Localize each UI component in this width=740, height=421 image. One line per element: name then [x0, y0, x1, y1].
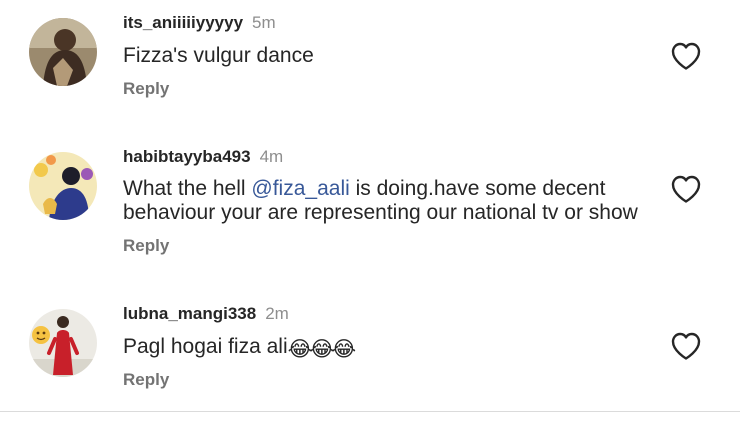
divider [0, 411, 740, 412]
laughing-tears-emoji: 😂 [331, 338, 357, 361]
heart-outline-icon [671, 332, 701, 360]
like-button[interactable] [670, 331, 702, 361]
reply-button[interactable]: Reply [123, 370, 169, 390]
comment-item: lubna_mangi338 2m Pagl hogai fiza ali😂😂😂 … [0, 0, 740, 400]
laughing-tears-emoji: 😂 [287, 338, 313, 361]
comment-username[interactable]: lubna_mangi338 [123, 304, 256, 323]
laughing-tears-emoji: 😂 [309, 338, 335, 361]
comment-text-part: Pagl hogai fiza ali [123, 335, 288, 358]
comment-time: 2m [265, 304, 289, 323]
user-avatar[interactable] [29, 309, 97, 377]
comment-text: Pagl hogai fiza ali😂😂😂 [123, 335, 663, 361]
comment-meta: lubna_mangi338 2m [123, 304, 289, 324]
